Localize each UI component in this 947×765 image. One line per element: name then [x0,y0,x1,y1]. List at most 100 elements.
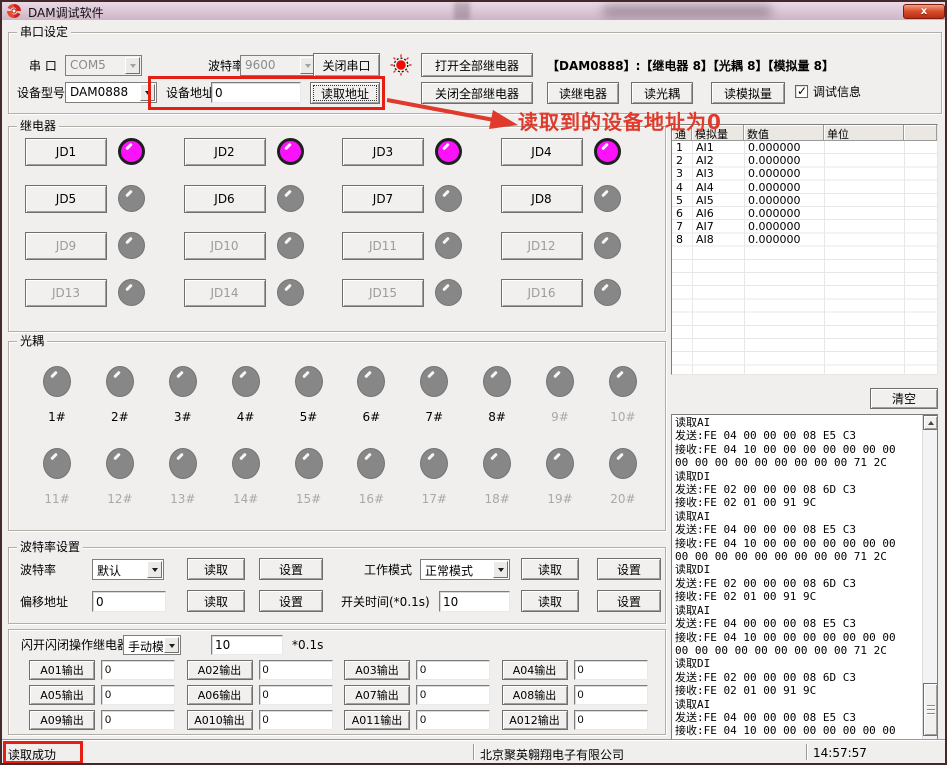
relay-button[interactable]: JD3 [342,138,424,166]
output-button[interactable]: A012输出 [502,710,568,730]
output-value-input[interactable] [416,685,490,705]
output-button[interactable]: A02输出 [187,660,253,680]
output-button[interactable]: A04输出 [502,660,568,680]
relay-button[interactable]: JD14 [184,279,266,307]
baud-rate-select[interactable]: 9600 [240,55,317,76]
relay-button[interactable]: JD2 [184,138,266,166]
app-window: DAM调试软件 x 串口设定 串 口 COM5 波特率 9600 关闭串口 打开 [0,0,947,765]
table-row[interactable]: 8 AI8 0.000000 [672,233,937,246]
work-mode-read-button[interactable]: 读取 [521,558,579,580]
offset-read-button[interactable]: 读取 [187,590,245,612]
switch-time-set-button[interactable]: 设置 [597,590,661,612]
table-row[interactable]: 5 AI5 0.000000 [672,194,937,207]
output-value-input[interactable] [259,685,333,705]
output-value-input[interactable] [101,685,175,705]
log-scrollbar[interactable] [922,415,937,739]
output-value-input[interactable] [259,710,333,730]
relay-button[interactable]: JD13 [25,279,107,307]
output-value-input[interactable] [259,660,333,680]
output-button[interactable]: A03输出 [344,660,410,680]
scroll-up-button[interactable] [923,415,938,430]
output-value-input[interactable] [574,685,648,705]
output-value-input[interactable] [416,660,490,680]
switch-time-input[interactable] [439,591,510,612]
debug-info-checkbox[interactable]: ✓ [795,85,808,98]
output-button[interactable]: A07输出 [344,685,410,705]
relay-button[interactable]: JD8 [501,185,583,213]
relay-button[interactable]: JD6 [184,185,266,213]
relay-button[interactable]: JD4 [501,138,583,166]
cell-channel: 7 [672,220,692,233]
close-button[interactable]: x [903,4,945,19]
cell-analog: AI2 [692,154,744,167]
table-row[interactable]: 4 AI4 0.000000 [672,181,937,194]
relay-button[interactable]: JD7 [342,185,424,213]
output-button[interactable]: A01输出 [29,660,95,680]
relay-button[interactable]: JD11 [342,232,424,260]
opto-cell: 2# [92,366,148,424]
read-address-button[interactable]: 读取地址 [310,82,380,104]
relay-button[interactable]: JD15 [342,279,424,307]
baud-setting-label: 波特率 [20,563,56,578]
output-value-input[interactable] [101,660,175,680]
opto-indicator-light [420,448,448,479]
baud-read-button[interactable]: 读取 [187,558,245,580]
device-address-input[interactable] [211,82,301,103]
relay-button[interactable]: JD10 [184,232,266,260]
read-relay-button[interactable]: 读继电器 [547,82,619,104]
serial-port-select[interactable]: COM5 [65,55,142,76]
output-button[interactable]: A011输出 [344,710,410,730]
output-cell: A011输出 [344,710,502,730]
table-row[interactable]: 1 AI1 0.000000 [672,141,937,154]
relay-cell: JD6 [184,184,343,213]
output-button[interactable]: A05输出 [29,685,95,705]
relay-button[interactable]: JD1 [25,138,107,166]
scrollbar-thumb[interactable] [923,683,938,736]
opto-label: 14# [233,492,258,506]
opto-label: 20# [610,492,635,506]
output-value-input[interactable] [416,710,490,730]
offset-set-button[interactable]: 设置 [259,590,323,612]
output-button[interactable]: A09输出 [29,710,95,730]
opto-indicator-light [43,366,71,397]
work-mode-set-button[interactable]: 设置 [597,558,661,580]
opto-cell: 15# [281,448,337,506]
relay-button[interactable]: JD9 [25,232,107,260]
opto-label: 16# [359,492,384,506]
read-analog-button[interactable]: 读模拟量 [711,82,785,104]
relay-button[interactable]: JD12 [501,232,583,260]
output-button[interactable]: A08输出 [502,685,568,705]
offset-address-input[interactable] [92,591,166,612]
read-opto-button[interactable]: 读光耦 [631,82,693,104]
col-header-unit[interactable]: 单位 [824,125,904,141]
relay-button[interactable]: JD16 [501,279,583,307]
close-serial-button[interactable]: 关闭串口 [313,53,380,77]
col-header-value[interactable]: 数值 [744,125,824,141]
switch-time-read-button[interactable]: 读取 [521,590,579,612]
debug-log-panel[interactable]: 读取AI 发送:FE 04 00 00 00 08 E5 C3 接收:FE 04… [671,414,938,740]
table-row[interactable]: 6 AI6 0.000000 [672,207,937,220]
output-value-input[interactable] [101,710,175,730]
flash-mode-select[interactable]: 手动模式 [123,635,181,655]
relay-button[interactable]: JD5 [25,185,107,213]
baud-setting-select[interactable]: 默认 [92,559,164,580]
close-all-relays-button[interactable]: 关闭全部继电器 [421,82,533,104]
check-icon: ✓ [797,84,807,98]
clear-log-button[interactable]: 清空 [870,388,938,409]
device-model-select[interactable]: DAM0888 [65,82,157,103]
relay-indicator-light [594,279,621,306]
output-button[interactable]: A010输出 [187,710,253,730]
output-value-input[interactable] [574,710,648,730]
relay-cell: JD12 [501,231,660,260]
relay-indicator-light [594,232,621,259]
baud-set-button[interactable]: 设置 [259,558,323,580]
work-mode-select[interactable]: 正常模式 [420,559,510,580]
table-row[interactable]: 3 AI3 0.000000 [672,167,937,180]
output-value-input[interactable] [574,660,648,680]
output-button[interactable]: A06输出 [187,685,253,705]
flash-time-input[interactable] [211,635,283,655]
table-row[interactable]: 2 AI2 0.000000 [672,154,937,167]
relay-indicator-light [118,185,145,212]
table-row[interactable]: 7 AI7 0.000000 [672,220,937,233]
open-all-relays-button[interactable]: 打开全部继电器 [421,53,533,77]
